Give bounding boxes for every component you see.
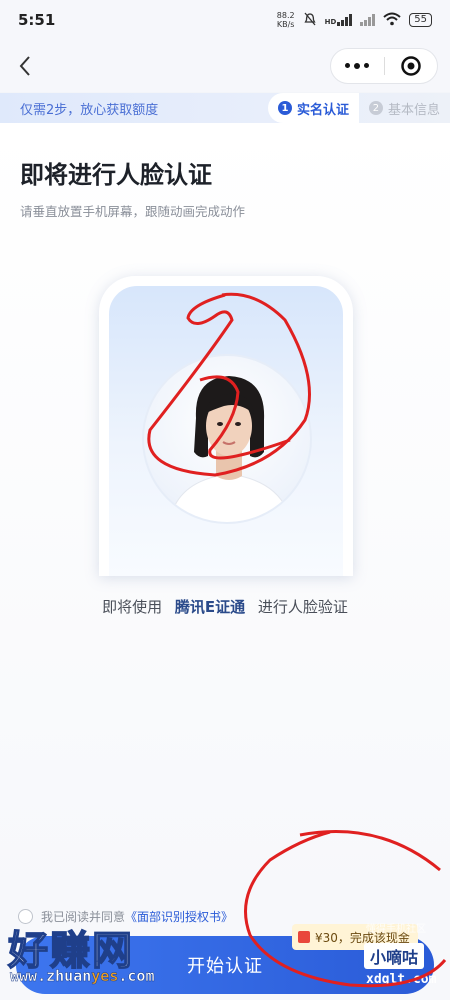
step-indicator: 1 实名认证 2 基本信息 bbox=[267, 93, 450, 123]
agreement-link[interactable]: 《面部识别授权书》 bbox=[125, 910, 233, 924]
status-icons: 88.2 KB/s HD 55 bbox=[277, 11, 432, 29]
page-title: 即将进行人脸认证 bbox=[20, 161, 212, 189]
status-bar: 5:51 88.2 KB/s HD 55 bbox=[0, 0, 450, 40]
net-speed-value: 88.2 bbox=[276, 11, 295, 20]
step-number: 2 bbox=[368, 101, 383, 115]
step-real-name: 1 实名认证 bbox=[267, 93, 359, 123]
hd-label: HD bbox=[324, 18, 337, 26]
close-button[interactable] bbox=[385, 49, 438, 83]
watermark-url-accent: yes bbox=[91, 967, 119, 986]
target-close-icon bbox=[401, 56, 421, 76]
watermark-faint-right: 懂得手机社区 bbox=[366, 924, 426, 935]
status-time: 5:51 bbox=[18, 11, 56, 29]
phone-screen bbox=[109, 286, 343, 576]
back-button[interactable] bbox=[10, 46, 40, 86]
verify-brand: 腾讯E证通 bbox=[174, 598, 246, 616]
page-subtitle: 请垂直放置手机屏幕，跟随动画完成动作 bbox=[20, 204, 246, 219]
start-verification-label: 开始认证 bbox=[187, 956, 263, 977]
verify-provider-line: 即将使用 腾讯E证通 进行人脸验证 bbox=[0, 596, 450, 617]
watermark-url-part: .com bbox=[118, 967, 155, 986]
watermark-logo-right: 小嘀咕 bbox=[364, 943, 425, 969]
wifi-icon bbox=[383, 12, 401, 29]
mute-icon bbox=[303, 12, 317, 29]
verify-suffix: 进行人脸验证 bbox=[257, 598, 348, 616]
battery-indicator: 55 bbox=[409, 13, 432, 27]
main-content: 即将进行人脸认证 请垂直放置手机屏幕，跟随动画完成动作 即将使用 腾讯E证通 进… bbox=[0, 123, 450, 900]
face-frame bbox=[142, 354, 312, 524]
more-button[interactable] bbox=[331, 49, 384, 83]
more-dots-icon bbox=[345, 63, 370, 69]
red-packet-icon bbox=[298, 931, 310, 943]
watermark-url-right: xdglt.com bbox=[366, 972, 437, 987]
mini-program-capsule bbox=[330, 48, 438, 84]
chevron-left-icon bbox=[19, 56, 30, 76]
signal-2-icon bbox=[360, 14, 376, 26]
watermark-url-part: www.zhuan bbox=[10, 967, 92, 986]
watermark-url-left: www.zhuanyes.com bbox=[10, 967, 155, 986]
net-speed: 88.2 KB/s bbox=[277, 11, 295, 29]
step-label: 基本信息 bbox=[387, 102, 440, 118]
step-basic-info: 2 基本信息 bbox=[359, 93, 450, 123]
phone-illustration bbox=[99, 276, 353, 576]
verify-prefix: 即将使用 bbox=[102, 598, 163, 616]
net-speed-unit: KB/s bbox=[276, 20, 295, 29]
step-label: 实名认证 bbox=[296, 102, 349, 118]
hd-signal-icon: HD bbox=[325, 14, 353, 26]
nav-bar bbox=[0, 40, 450, 92]
step-number: 1 bbox=[277, 101, 292, 115]
step-banner: 仅需2步，放心获取额度 1 实名认证 2 基本信息 bbox=[0, 93, 450, 123]
face-portrait-image bbox=[169, 376, 292, 522]
step-tip: 仅需2步，放心获取额度 bbox=[20, 102, 159, 118]
